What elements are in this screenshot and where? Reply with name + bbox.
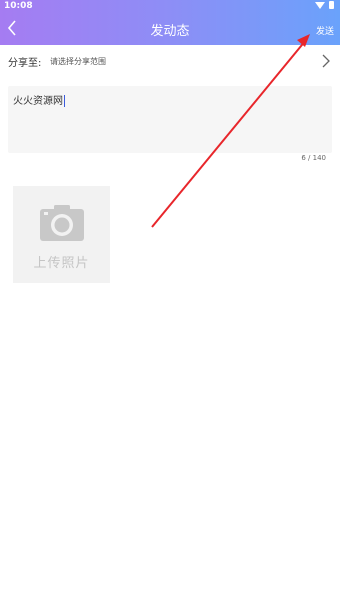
status-time: 10:08 <box>4 1 33 11</box>
status-icons <box>315 1 334 9</box>
upload-photo-label: 上传照片 <box>33 256 90 271</box>
status-bar: 10:08 <box>0 0 340 12</box>
chevron-right-icon <box>322 54 330 68</box>
upload-photo-button[interactable]: 上传照片 <box>13 186 110 283</box>
share-scope-row[interactable]: 分享至: 请选择分享范围 <box>0 45 340 77</box>
page-title: 发动态 <box>150 24 190 39</box>
post-text-value: 火火资源网 <box>13 96 63 107</box>
app-header: 10:08 发动态 发送 <box>0 0 340 45</box>
share-scope-value: 请选择分享范围 <box>50 57 106 66</box>
camera-icon <box>40 205 84 241</box>
wifi-icon <box>315 1 325 9</box>
char-counter: 6 / 140 <box>301 154 326 162</box>
battery-icon <box>329 1 334 9</box>
text-caret <box>64 95 65 107</box>
post-text-input[interactable]: 火火资源网 <box>8 86 332 153</box>
send-button[interactable]: 发送 <box>316 24 334 37</box>
share-label: 分享至: <box>8 58 42 69</box>
